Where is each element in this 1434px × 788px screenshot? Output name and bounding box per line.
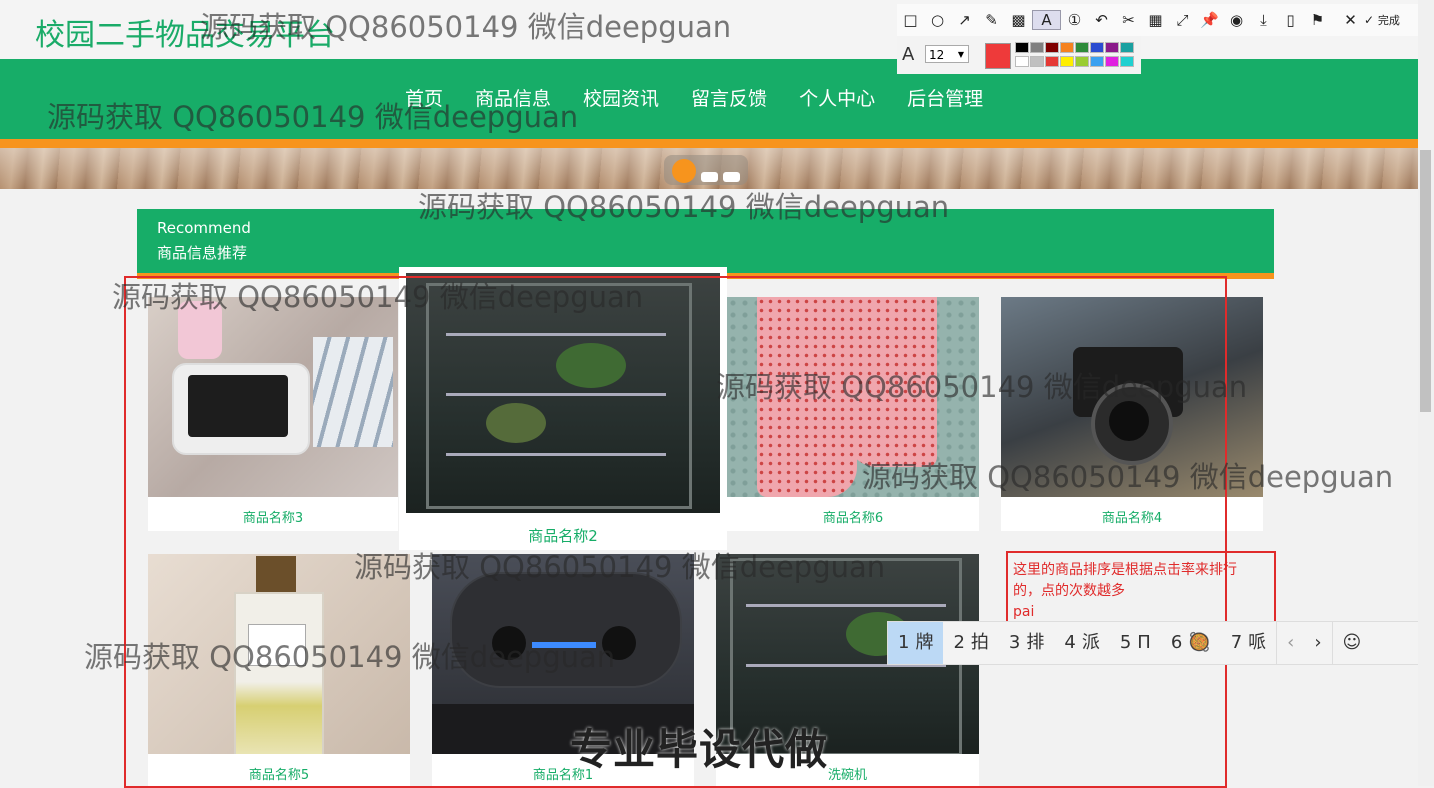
ime-candidate[interactable]: 7哌 (1221, 622, 1276, 664)
ime-candidate-text: Π (1137, 632, 1151, 653)
promo-watermark: 专业毕设代做 (570, 725, 829, 774)
scrollbar-thumb[interactable] (1420, 150, 1431, 412)
ime-candidate[interactable]: 5Π (1110, 622, 1161, 664)
pin-icon[interactable]: 📌 (1196, 11, 1223, 29)
ime-candidate-number: 4 (1064, 632, 1076, 653)
ime-candidate-number: 3 (1008, 632, 1021, 653)
mosaic-tool-icon[interactable]: ▩ (1005, 11, 1032, 29)
watermark: 源码获取 QQ86050149 微信deepguan (200, 10, 732, 44)
ime-candidate-number: 1 (898, 632, 910, 653)
ime-candidate-text: 拍 (970, 632, 989, 653)
rectangle-tool-icon[interactable]: □ (897, 11, 924, 29)
watermark: 源码获取 QQ86050149 微信deepguan (112, 280, 644, 314)
ime-emoji-icon[interactable]: ☺ (1331, 622, 1372, 664)
cut-icon[interactable]: ✂ (1115, 11, 1142, 29)
nav-stripe (0, 139, 1418, 148)
color-swatch[interactable] (1045, 56, 1059, 67)
ime-candidate[interactable]: 1牌 (888, 622, 944, 664)
annotation-toolbar: □ ○ ↗ ✎ ▩ A ① ↶ ✂ ▦ ⤢ 📌 ◉ ⤓ ▯ ⚑ ✕ ✓ 完成 (897, 4, 1434, 36)
nav-admin[interactable]: 后台管理 (907, 84, 983, 111)
watermark: 源码获取 QQ86050149 微信deepguan (716, 370, 1248, 404)
color-swatch[interactable] (1030, 56, 1044, 67)
color-swatch[interactable] (1090, 42, 1104, 53)
color-swatch[interactable] (1015, 56, 1029, 67)
color-swatch[interactable] (1120, 42, 1134, 53)
watermark: 源码获取 QQ86050149 微信deepguan (84, 640, 616, 674)
color-swatch[interactable] (1060, 42, 1074, 53)
watermark: 源码获取 QQ86050149 微信deepguan (418, 190, 950, 224)
font-size-value: 12 (929, 48, 945, 62)
ime-next-page-icon[interactable]: › (1304, 622, 1331, 664)
ime-candidate[interactable]: 2拍 (943, 622, 998, 664)
annotation-note-text: 这里的商品排序是根据点击率来排行的，点的次数越多 (1013, 562, 1237, 599)
color-swatch[interactable] (1090, 56, 1104, 67)
annotation-rectangle[interactable] (124, 276, 1227, 788)
ime-candidate-bar: 1牌 2拍 3排 4派 5Π 6 🥘 7哌 ‹ › ☺ (887, 621, 1434, 665)
record-icon[interactable]: ◉ (1223, 11, 1250, 29)
pen-tool-icon[interactable]: ✎ (978, 11, 1005, 29)
ime-candidate-text: 派 (1081, 632, 1100, 653)
color-swatch[interactable] (1075, 56, 1089, 67)
color-swatch[interactable] (1075, 42, 1089, 53)
ime-candidate[interactable]: 4派 (1054, 622, 1109, 664)
chevron-down-icon: ▼ (957, 50, 964, 59)
annotation-style-bar: A 12 ▼ (897, 36, 1141, 74)
color-palette (1015, 42, 1137, 70)
arrow-tool-icon[interactable]: ↗ (951, 11, 978, 29)
watermark: 源码获取 QQ86050149 微信deepguan (862, 460, 1394, 494)
text-tool-icon[interactable]: A (1032, 10, 1061, 30)
color-swatch[interactable] (1030, 42, 1044, 53)
color-swatch[interactable] (1045, 42, 1059, 53)
done-label: 完成 (1377, 14, 1400, 27)
ime-candidate-number: 6 (1170, 632, 1183, 653)
ime-candidate-text: 🥘 (1188, 632, 1211, 653)
expand-icon[interactable]: ⤢ (1169, 11, 1196, 29)
active-color-swatch[interactable] (985, 43, 1011, 69)
color-picker-icon[interactable]: ▦ (1142, 11, 1169, 29)
color-swatch[interactable] (1105, 56, 1119, 67)
check-icon[interactable]: ✓ 完成 (1364, 12, 1400, 28)
ellipse-tool-icon[interactable]: ○ (924, 11, 951, 29)
carousel-dot[interactable] (701, 172, 718, 182)
color-swatch[interactable] (1060, 56, 1074, 67)
ime-candidate-text: 哌 (1248, 632, 1267, 653)
font-icon: A (902, 44, 915, 65)
font-size-select[interactable]: 12 ▼ (925, 45, 969, 63)
download-icon[interactable]: ⤓ (1250, 11, 1277, 29)
ime-candidate-text: 牌 (915, 632, 934, 653)
color-swatch[interactable] (1015, 42, 1029, 53)
phone-icon[interactable]: ▯ (1277, 11, 1304, 29)
close-icon[interactable]: ✕ (1337, 11, 1364, 29)
ime-candidate-text: 排 (1026, 632, 1045, 653)
watermark: 源码获取 QQ86050149 微信deepguan (47, 100, 579, 134)
ime-candidate-number: 5 (1119, 632, 1132, 653)
annotation-note[interactable]: 这里的商品排序是根据点击率来排行的，点的次数越多 pai (1013, 560, 1243, 623)
nav-feedback[interactable]: 留言反馈 (691, 84, 767, 111)
carousel-dot[interactable] (723, 172, 740, 182)
color-swatch[interactable] (1105, 42, 1119, 53)
recommend-title-en: Recommend (157, 219, 251, 237)
ime-candidate[interactable]: 6 🥘 (1161, 622, 1221, 664)
undo-icon[interactable]: ↶ (1088, 11, 1115, 29)
ime-candidate-number: 7 (1230, 632, 1243, 653)
ime-candidate[interactable]: 3排 (999, 622, 1054, 664)
ime-prev-page-icon[interactable]: ‹ (1276, 622, 1304, 664)
color-swatch[interactable] (1120, 56, 1134, 67)
bookmark-icon[interactable]: ⚑ (1304, 11, 1331, 29)
carousel-dot-active[interactable] (672, 159, 696, 183)
nav-profile[interactable]: 个人中心 (799, 84, 875, 111)
number-tool-icon[interactable]: ① (1061, 11, 1088, 29)
nav-news[interactable]: 校园资讯 (583, 84, 659, 111)
recommend-title-cn: 商品信息推荐 (157, 244, 248, 262)
watermark: 源码获取 QQ86050149 微信deepguan (354, 550, 886, 584)
annotation-typing-text: pai (1013, 604, 1035, 620)
ime-candidate-number: 2 (953, 632, 965, 653)
